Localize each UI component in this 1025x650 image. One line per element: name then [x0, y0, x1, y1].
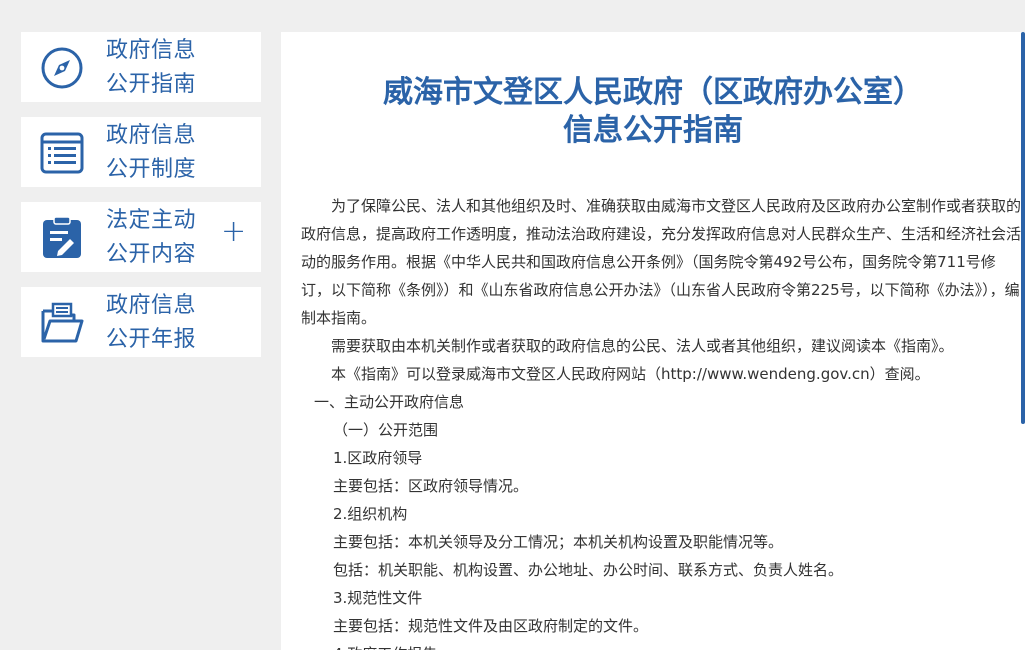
- clipboard-edit-icon: [40, 216, 84, 260]
- nav-label: 法定主动 公开内容: [106, 208, 197, 267]
- sidebar: 政府信息 公开指南 政府信息 公开制度 法定主动 公开内容 + 政府信息 公开年…: [21, 32, 261, 372]
- nav-item-disclosure-guide[interactable]: 政府信息 公开指南: [21, 32, 261, 102]
- article-body: 为了保障公民、法人和其他组织及时、准确获取由威海市文登区人民政府及区政府办公室制…: [301, 192, 1021, 650]
- nav-label: 政府信息 公开年报: [106, 293, 197, 352]
- content-panel: 威海市文登区人民政府（区政府办公室） 信息公开指南 为了保障公民、法人和其他组织…: [281, 32, 1025, 650]
- nav-label: 政府信息 公开指南: [106, 38, 197, 97]
- item-text: 包括：机关职能、机构设置、办公地址、办公时间、联系方式、负责人姓名。: [333, 561, 844, 579]
- compass-icon: [40, 46, 84, 90]
- item-heading: 1.区政府领导: [333, 449, 423, 467]
- item-heading: 3.规范性文件: [333, 589, 423, 607]
- website-paragraph: 本《指南》可以登录威海市文登区人民政府网站（http://www.wendeng…: [331, 365, 930, 383]
- item-text: 主要包括：本机关领导及分工情况；本机关机构设置及职能情况等。: [333, 533, 784, 551]
- page-title: 威海市文登区人民政府（区政府办公室） 信息公开指南: [281, 74, 1025, 150]
- item-text: 主要包括：区政府领导情况。: [333, 477, 529, 495]
- list-document-icon: [40, 131, 84, 175]
- page-title-line2: 信息公开指南: [563, 113, 743, 148]
- scrollbar-thumb[interactable]: [1021, 32, 1025, 424]
- subsection-heading: （一）公开范围: [333, 421, 439, 439]
- item-text: 主要包括：规范性文件及由区政府制定的文件。: [333, 617, 649, 635]
- nav-item-statutory-content[interactable]: 法定主动 公开内容 +: [21, 202, 261, 272]
- nav-label: 政府信息 公开制度: [106, 123, 197, 182]
- reader-paragraph: 需要获取由本机关制作或者获取的政府信息的公民、法人或者其他组织，建议阅读本《指南…: [331, 337, 954, 355]
- nav-item-annual-report[interactable]: 政府信息 公开年报: [21, 287, 261, 357]
- section-heading: 一、主动公开政府信息: [314, 393, 465, 411]
- open-folder-icon: [40, 301, 84, 345]
- item-heading: 2.组织机构: [333, 505, 408, 523]
- nav-item-disclosure-system[interactable]: 政府信息 公开制度: [21, 117, 261, 187]
- page-title-line1: 威海市文登区人民政府（区政府办公室）: [383, 75, 923, 110]
- item-heading: 4.政府工作报告: [301, 640, 1021, 650]
- expand-plus-icon[interactable]: +: [221, 217, 246, 247]
- intro-paragraph: 为了保障公民、法人和其他组织及时、准确获取由威海市文登区人民政府及区政府办公室制…: [301, 197, 1022, 327]
